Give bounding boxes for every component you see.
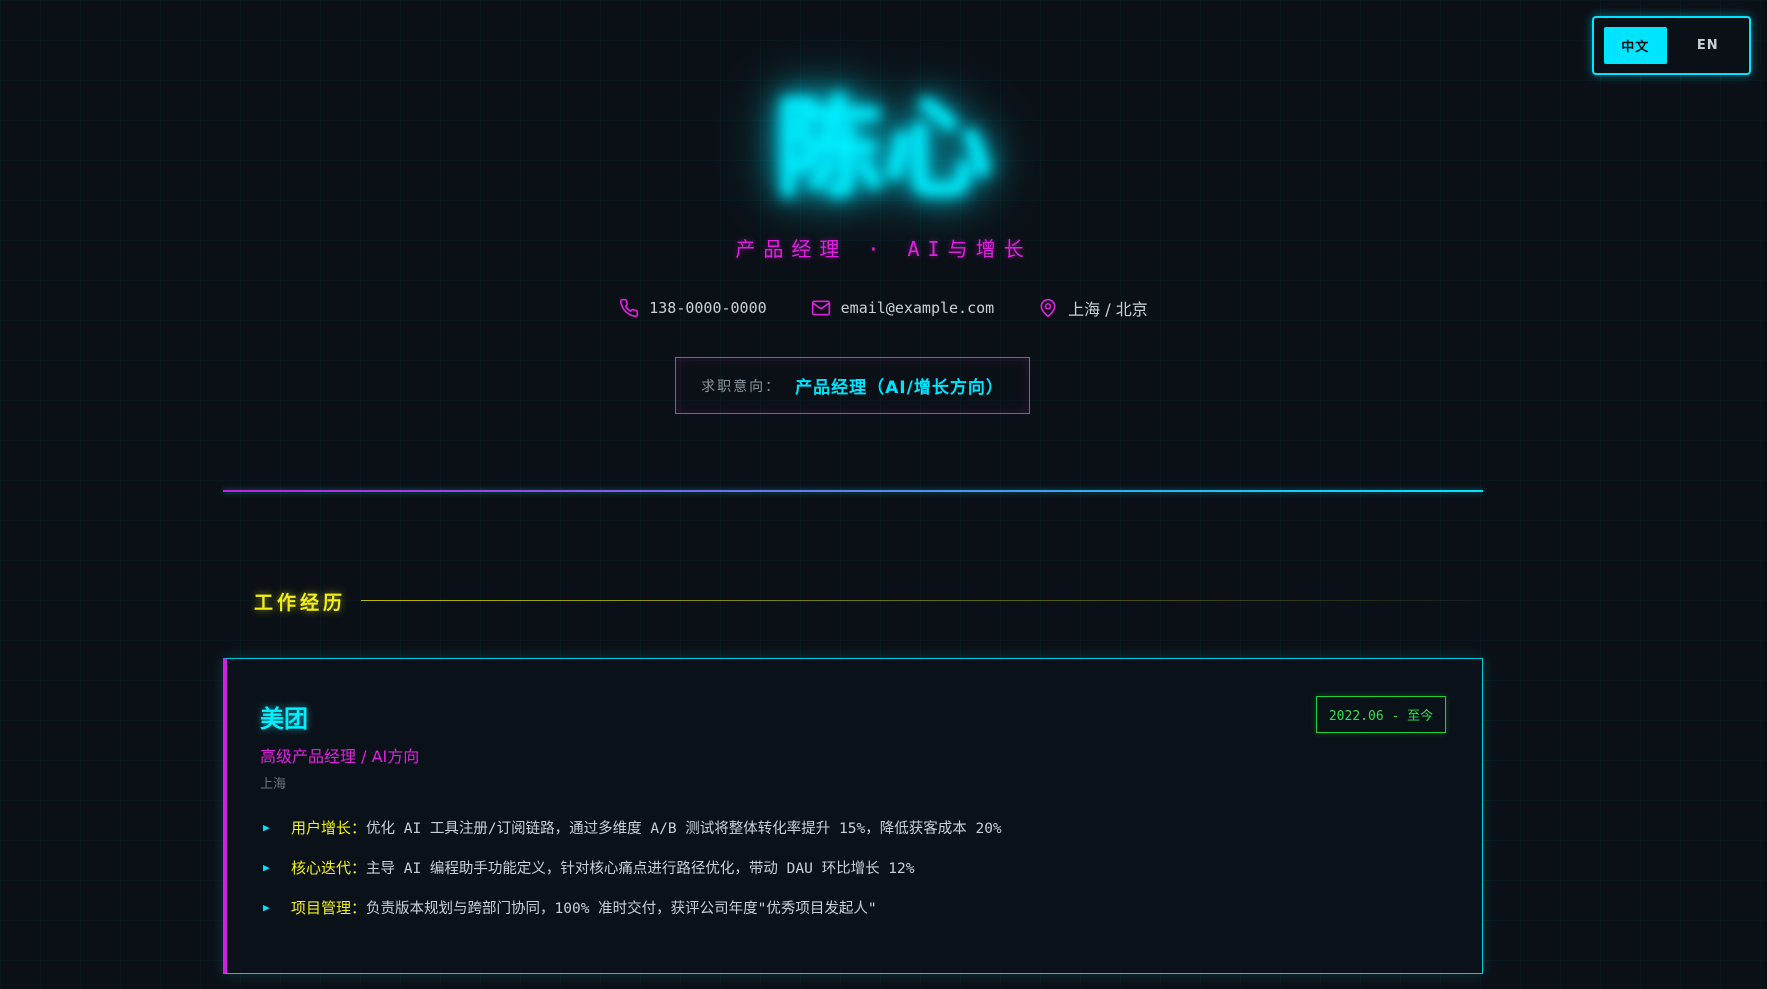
section-title-line [361, 600, 1481, 601]
contact-bar: 138-0000-0000 email@example.com 上海 / 北京 [0, 296, 1767, 320]
job-city: 上海 [260, 777, 287, 792]
achievement-key: 用户增长： [291, 818, 367, 837]
contact-location: 上海 / 北京 [1038, 296, 1148, 320]
contact-phone: 138-0000-0000 [619, 298, 767, 318]
achievement-text: 负责版本规划与跨部门协同，100% 准时交付，获评公司年度"优秀项目发起人" [366, 900, 877, 917]
contact-email: email@example.com [811, 298, 995, 318]
section-title-experience: 工作经历 [254, 592, 347, 614]
job-intent-value: 产品经理（AI/增长方向） [795, 378, 1004, 398]
phone-text: 138-0000-0000 [649, 299, 767, 317]
list-item: ▶ 项目管理： 负责版本规划与跨部门协同，100% 准时交付，获评公司年度"优秀… [263, 887, 1443, 927]
triangle-right-icon: ▶ [263, 820, 270, 834]
phone-icon [619, 298, 639, 318]
language-toggle: 中文 EN [1592, 16, 1751, 75]
map-pin-icon [1038, 298, 1058, 318]
achievement-key: 项目管理： [291, 898, 367, 917]
location-text: 上海 / 北京 [1068, 300, 1148, 319]
email-text: email@example.com [840, 299, 995, 317]
triangle-right-icon: ▶ [263, 860, 270, 874]
header-divider [223, 490, 1483, 492]
achievement-text: 优化 AI 工具注册/订阅链路，通过多维度 A/B 测试将整体转化率提升 15%… [366, 820, 1002, 837]
resume-subtitle: 产品经理 · AI与增长 [735, 237, 1032, 261]
mail-icon [811, 298, 831, 318]
job-intent-box: 求职意向： 产品经理（AI/增长方向） [675, 357, 1030, 414]
list-item: ▶ 用户增长： 优化 AI 工具注册/订阅链路，通过多维度 A/B 测试将整体转… [263, 807, 1443, 847]
job-role: 高级产品经理 / AI方向 [260, 747, 420, 766]
lang-en-button[interactable]: EN [1677, 27, 1740, 64]
company-name: 美团 [260, 705, 308, 733]
job-period-badge: 2022.06 - 至今 [1316, 696, 1446, 733]
achievement-text: 主导 AI 编程助手功能定义，针对核心痛点进行路径优化，带动 DAU 环比增长 … [366, 860, 915, 877]
experience-card: 美团 高级产品经理 / AI方向 上海 2022.06 - 至今 ▶ 用户增长：… [223, 658, 1483, 974]
list-item: ▶ 核心迭代： 主导 AI 编程助手功能定义，针对核心痛点进行路径优化，带动 D… [263, 847, 1443, 887]
job-intent-label: 求职意向： [701, 378, 782, 395]
lang-zh-button[interactable]: 中文 [1604, 27, 1667, 64]
triangle-right-icon: ▶ [263, 900, 270, 914]
resume-name: 陈心 [775, 87, 992, 212]
achievement-list: ▶ 用户增长： 优化 AI 工具注册/订阅链路，通过多维度 A/B 测试将整体转… [263, 807, 1443, 927]
achievement-key: 核心迭代： [291, 858, 367, 877]
